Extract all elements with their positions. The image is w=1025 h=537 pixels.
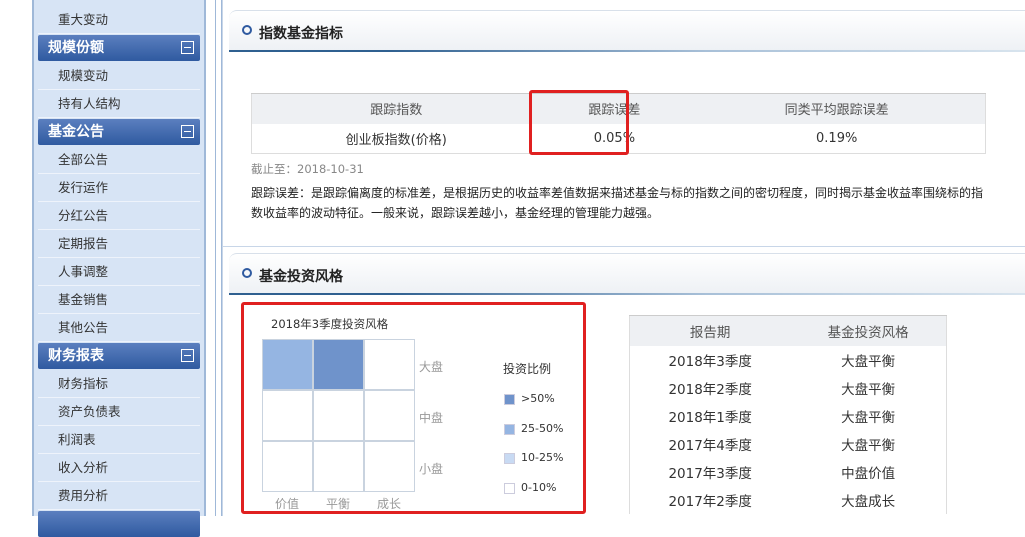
- investment-style: 大盘平衡: [841, 409, 896, 426]
- section-title: 基金投资风格: [259, 269, 343, 285]
- main-content: 指数基金指标 跟踪指数 跟踪误差 同类平均跟踪误差 创业板指数(价格) 0.05% 0.…: [222, 0, 1025, 516]
- group-title: 基金公告: [48, 124, 104, 140]
- sidebar-item[interactable]: 其他公告: [38, 314, 200, 342]
- col-header: 跟踪指数: [251, 93, 541, 124]
- sidebar-item[interactable]: 资产负债表: [38, 398, 200, 426]
- group-title: 财务报表: [48, 348, 104, 364]
- sidebar-item[interactable]: 人事调整: [38, 258, 200, 286]
- table-row: 2017年3季度 中盘价值: [630, 458, 947, 486]
- collapse-icon[interactable]: [181, 349, 194, 362]
- sidebar-item[interactable]: 定期报告: [38, 230, 200, 258]
- sidebar-item[interactable]: 发行运作: [38, 174, 200, 202]
- report-period: 2017年2季度: [668, 493, 752, 510]
- investment-style: 大盘成长: [841, 493, 896, 510]
- sidebar-item[interactable]: 重大变动: [38, 6, 200, 34]
- circle-bullet-icon: [242, 268, 252, 278]
- tracking-index: 创业板指数(价格): [251, 123, 541, 154]
- report-period: 2018年2季度: [668, 381, 752, 398]
- report-period: 2018年1季度: [668, 409, 752, 426]
- investment-style: 大盘平衡: [841, 353, 896, 370]
- report-period: 2017年4季度: [668, 437, 752, 454]
- sidebar-item[interactable]: 规模变动: [38, 62, 200, 90]
- section-header-style: 基金投资风格: [229, 253, 1025, 295]
- section-title: 指数基金指标: [259, 26, 343, 42]
- investment-style: 大盘平衡: [841, 437, 896, 454]
- collapse-icon[interactable]: [181, 125, 194, 138]
- sidebar-group-header[interactable]: 财务报表: [38, 343, 200, 369]
- table-row: 2017年2季度 大盘成长: [630, 486, 947, 514]
- tracking-error-note: 跟踪误差：是跟踪偏离度的标准差，是根据历史的收益率差值数据来描述基金与标的指数之…: [251, 186, 984, 220]
- investment-style: 大盘平衡: [841, 381, 896, 398]
- col-header: 基金投资风格: [790, 315, 947, 346]
- group-title: 规模份额: [48, 40, 104, 56]
- sidebar-group-header[interactable]: 基金公告: [38, 119, 200, 145]
- investment-style: 中盘价值: [841, 465, 896, 482]
- sidebar-group-header[interactable]: 规模份额: [38, 35, 200, 61]
- sidebar-item[interactable]: 收入分析: [38, 454, 200, 482]
- sidebar-item[interactable]: 分红公告: [38, 202, 200, 230]
- peer-avg-tracking-error: 0.19%: [688, 123, 986, 154]
- report-period: 2017年3季度: [668, 465, 752, 482]
- highlight-box: [241, 302, 586, 514]
- sidebar-item[interactable]: 财务指标: [38, 370, 200, 398]
- style-history-table: 报告期 基金投资风格 2018年3季度 大盘平衡 2018年2季度 大盘平衡 2018年1…: [629, 315, 947, 514]
- table-row: 2018年3季度 大盘平衡: [630, 346, 947, 374]
- col-header: 报告期: [629, 315, 791, 346]
- table-row: 2018年2季度 大盘平衡: [630, 374, 947, 402]
- collapse-icon[interactable]: [181, 41, 194, 54]
- sidebar: 重大变动 规模份额规模变动 持有人结构基金公告全部公告 发行运作 分红公告 定期报告 人事…: [32, 0, 206, 537]
- highlight-box: [529, 90, 629, 155]
- report-period: 2018年3季度: [668, 353, 752, 370]
- splitter[interactable]: [215, 0, 222, 516]
- sidebar-item[interactable]: 利润表: [38, 426, 200, 454]
- col-header: 同类平均跟踪误差: [688, 93, 986, 124]
- as-of-date: 截止至：2018-10-31: [251, 162, 364, 176]
- sidebar-group-header[interactable]: [38, 511, 200, 537]
- sidebar-item[interactable]: 基金销售: [38, 286, 200, 314]
- sidebar-item[interactable]: 持有人结构: [38, 90, 200, 118]
- section-header-index: 指数基金指标: [229, 10, 1025, 52]
- sidebar-item[interactable]: 全部公告: [38, 146, 200, 174]
- circle-bullet-icon: [242, 25, 252, 35]
- table-row: 2017年4季度 大盘平衡: [630, 430, 947, 458]
- table-row: 2018年1季度 大盘平衡: [630, 402, 947, 430]
- sidebar-item[interactable]: 费用分析: [38, 482, 200, 510]
